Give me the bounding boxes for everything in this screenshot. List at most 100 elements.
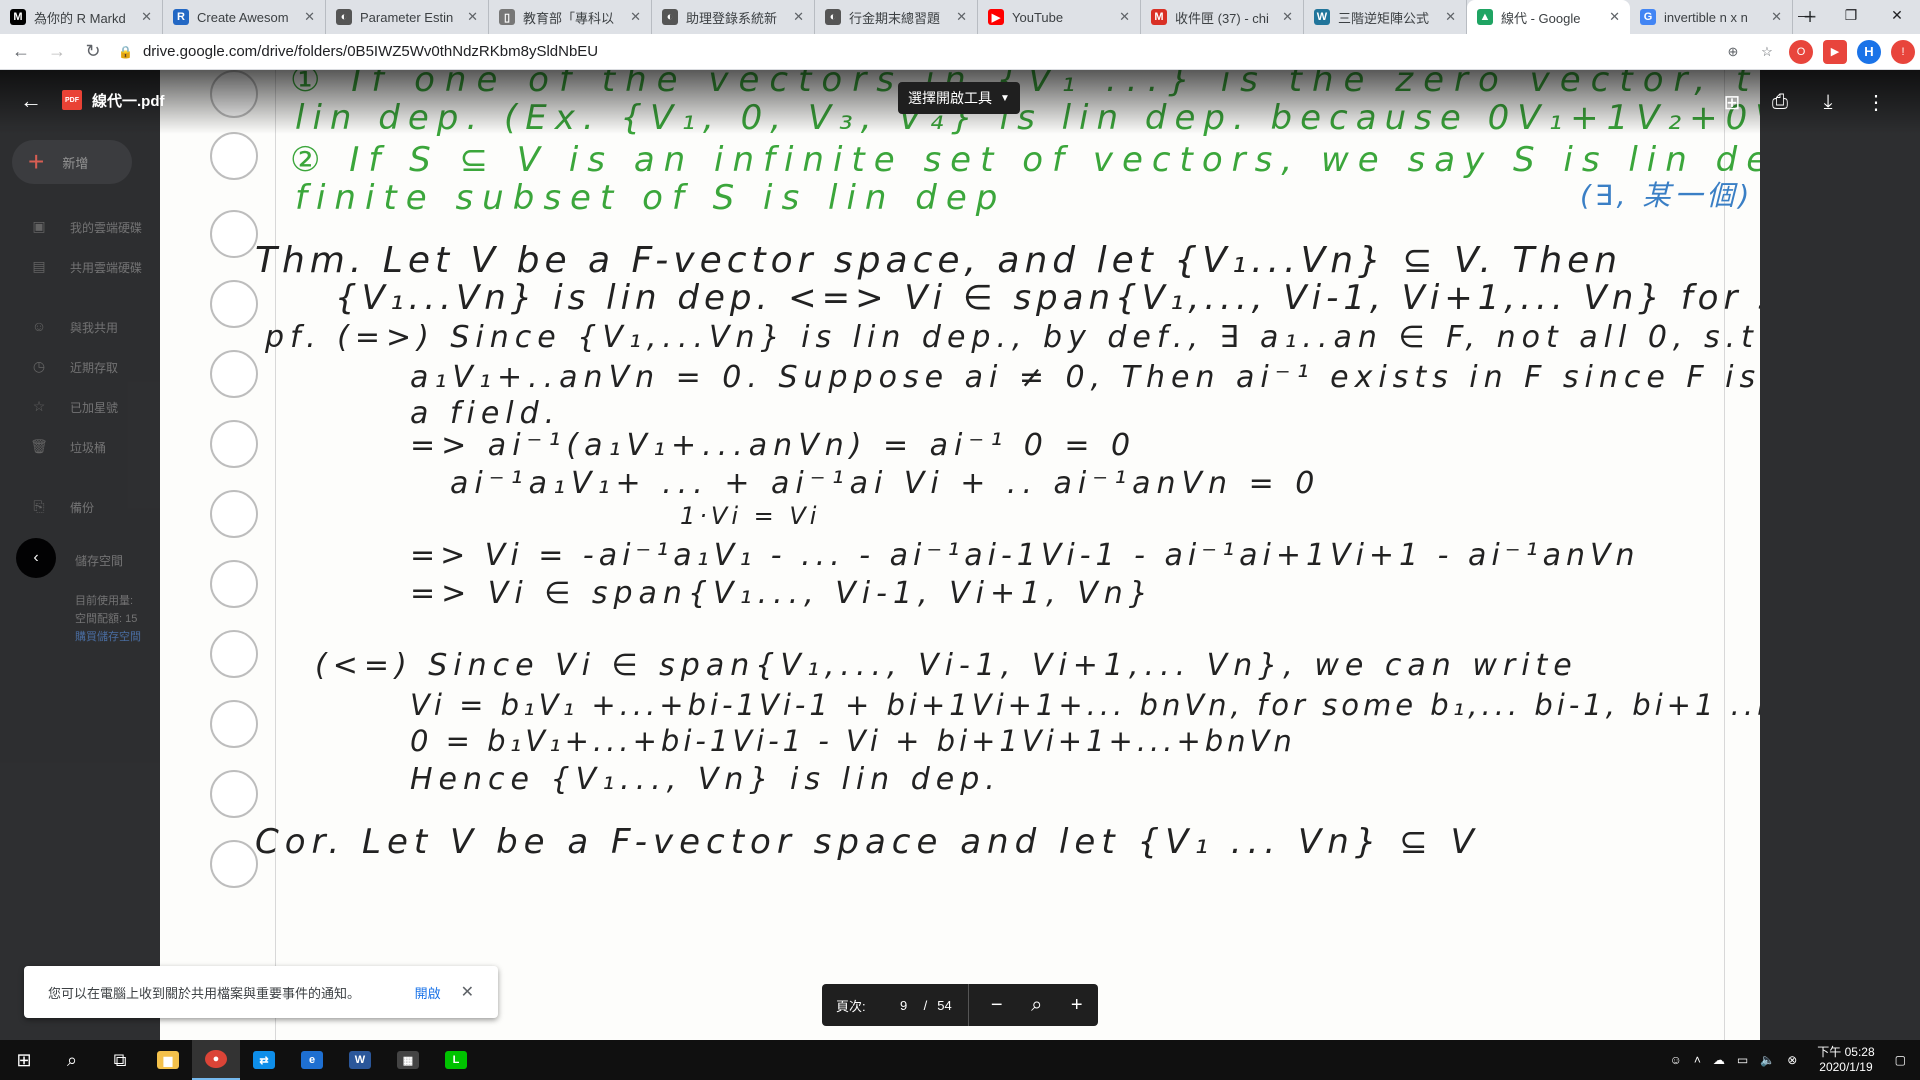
toast-open-button[interactable]: 開啟	[415, 983, 441, 1002]
browser-tab[interactable]: ◐ 助理登錄系統新 ✕	[652, 0, 815, 34]
tab-close-icon[interactable]: ✕	[1119, 9, 1130, 25]
browser-tab[interactable]: M 為你的 R Markd ✕	[0, 0, 163, 34]
windows-taskbar: ⊞ ⌕ ⧉ ▆ ● ⇄ e W ▦ L ☺ ˄ ☁ ▭ 🔈 ⊗ 下午 05:28…	[0, 1040, 1920, 1080]
tab-close-icon[interactable]: ✕	[1771, 9, 1782, 25]
profile-avatar[interactable]: H	[1857, 39, 1881, 64]
tab-close-icon[interactable]: ✕	[630, 9, 641, 25]
app-icon[interactable]: ▦	[384, 1040, 432, 1080]
storage-usage-text: 目前使用量:	[75, 595, 134, 607]
zoom-out-icon[interactable]: −	[977, 984, 1017, 1026]
tab-close-icon[interactable]: ✕	[141, 9, 152, 25]
sidebar-item-trash[interactable]: 🗑 垃圾桶	[30, 438, 106, 456]
buy-storage-link[interactable]: 購買儲存空間	[75, 628, 141, 644]
download-icon[interactable]: ⤓	[1804, 84, 1852, 120]
sidebar-item-shared-with-me[interactable]: ☺ 與我共用	[30, 318, 118, 336]
back-arrow-icon[interactable]: ←	[20, 88, 42, 114]
print-icon[interactable]: ⎙	[1756, 84, 1804, 120]
note-line: => ai⁻¹(a₁V₁+...anVn) = ai⁻¹ 0 = 0	[410, 428, 1137, 463]
tab-close-icon[interactable]: ✕	[1282, 9, 1293, 25]
magnifier-icon[interactable]: ⌕	[1017, 984, 1057, 1026]
add-comment-icon[interactable]: ⊞	[1708, 84, 1756, 120]
browser-tab[interactable]: ▯ 教育部「專科以 ✕	[489, 0, 652, 34]
new-button[interactable]: + 新增	[12, 140, 132, 184]
open-with-button[interactable]: 選擇開啟工具 ▼	[898, 82, 1020, 114]
url-text: drive.google.com/drive/folders/0B5IWZ5Wv…	[142, 43, 599, 60]
binder-hole	[210, 840, 258, 888]
note-line: => Vi = -ai⁻¹a₁V₁ - ... - ai⁻¹ai-1Vi-1 -…	[410, 538, 1640, 573]
sidebar-item-storage[interactable]: 儲存空間	[75, 552, 123, 569]
extension-video-icon[interactable]: ▶	[1823, 39, 1847, 64]
browser-tab[interactable]: W 三階逆矩陣公式 ✕	[1304, 0, 1467, 34]
current-page[interactable]: 9	[894, 998, 914, 1013]
note-line: Cor. Let V be a F-vector space and let {…	[255, 822, 1480, 862]
close-icon[interactable]: ✕	[461, 982, 474, 1002]
note-line: ai⁻¹a₁V₁+ ... + ai⁻¹ai Vi + .. ai⁻¹anVn …	[450, 466, 1321, 501]
binder-hole	[210, 210, 258, 258]
sidebar-item-starred[interactable]: ☆ 已加星號	[30, 398, 118, 416]
file-name: 線代一.pdf	[92, 93, 165, 110]
sidebar-item-backup[interactable]: ⎘ 備份	[30, 498, 94, 516]
close-window-icon[interactable]: ✕	[1874, 0, 1920, 30]
extension-alert-icon[interactable]: !	[1891, 39, 1915, 64]
system-clock[interactable]: 下午 05:28 2020/1/19	[1817, 1045, 1874, 1075]
more-vert-icon[interactable]: ⋮	[1852, 84, 1900, 120]
tab-close-icon[interactable]: ✕	[1445, 9, 1456, 25]
maximize-icon[interactable]: ❐	[1828, 0, 1874, 30]
people-icon: ☺	[31, 318, 47, 334]
browser-tab[interactable]: ▶ YouTube ✕	[978, 0, 1141, 34]
volume-icon[interactable]: 🔈	[1760, 1053, 1775, 1067]
line-icon[interactable]: L	[432, 1040, 480, 1080]
browser-tab[interactable]: ◐ 行金期末總習題 ✕	[815, 0, 978, 34]
ime-icon[interactable]: ⊗	[1787, 1053, 1797, 1067]
trash-icon: 🗑	[30, 438, 48, 454]
tab-close-icon[interactable]: ✕	[793, 9, 804, 25]
tab-title: 教育部「專科以	[523, 10, 615, 26]
browser-tab[interactable]: Ginvertible n x n ✕	[1630, 0, 1793, 34]
drive-right-panel	[1760, 70, 1920, 1040]
chrome-icon[interactable]: ●	[192, 1040, 240, 1080]
word-icon[interactable]: W	[336, 1040, 384, 1080]
reload-icon[interactable]: ↻	[78, 37, 108, 67]
task-view-icon[interactable]: ⧉	[96, 1040, 144, 1080]
tab-title: YouTube	[1012, 9, 1064, 25]
forward-arrow-icon[interactable]: →	[42, 37, 72, 67]
zoom-in-icon[interactable]: +	[1057, 984, 1097, 1026]
binder-hole	[210, 700, 258, 748]
sidebar-item-my-drive[interactable]: ▣ 我的雲端硬碟	[30, 218, 142, 236]
binder-hole	[210, 350, 258, 398]
edge-icon[interactable]: e	[288, 1040, 336, 1080]
browser-tab[interactable]: R Create Awesom ✕	[163, 0, 326, 34]
minimize-icon[interactable]: —	[1782, 0, 1828, 30]
teamviewer-icon[interactable]: ⇄	[240, 1040, 288, 1080]
tab-close-icon[interactable]: ✕	[304, 9, 315, 25]
page-label: 頁次:	[836, 998, 866, 1014]
tab-favicon-icon: G	[1640, 9, 1656, 25]
file-explorer-icon[interactable]: ▆	[144, 1040, 192, 1080]
sidebar-item-recent[interactable]: ◷ 近期存取	[30, 358, 118, 376]
bookmark-star-icon[interactable]: ☆	[1755, 40, 1779, 64]
install-icon[interactable]: ⊕	[1721, 40, 1745, 64]
extension-opera-icon[interactable]: O	[1789, 39, 1813, 64]
collapse-chevron-icon[interactable]: ‹	[16, 538, 56, 578]
tab-close-icon[interactable]: ✕	[956, 9, 967, 25]
windows-start-icon[interactable]: ⊞	[0, 1040, 48, 1080]
browser-tab[interactable]: ▲ 線代 - Google ✕	[1467, 0, 1630, 34]
notification-icon[interactable]: ▢	[1895, 1053, 1906, 1067]
back-arrow-icon[interactable]: ←	[6, 37, 36, 67]
note-line: pf. (=>) Since {V₁,...Vn} is lin dep., b…	[265, 320, 1760, 355]
browser-tab[interactable]: M 收件匣 (37) - chi ✕	[1141, 0, 1304, 34]
tab-close-icon[interactable]: ✕	[467, 9, 478, 25]
display-icon[interactable]: ▭	[1737, 1053, 1748, 1067]
browser-tab[interactable]: ◐ Parameter Estin ✕	[326, 0, 489, 34]
binder-hole	[210, 770, 258, 818]
people-icon[interactable]: ☺	[1670, 1053, 1682, 1067]
onedrive-icon[interactable]: ☁	[1713, 1053, 1725, 1067]
note-line: a₁V₁+..anVn = 0. Suppose ai ≠ 0, Then ai…	[410, 360, 1760, 395]
sidebar-item-shared-drives[interactable]: ▤ 共用雲端硬碟	[30, 258, 142, 276]
url-field[interactable]: 🔒 drive.google.com/drive/folders/0B5IWZ5…	[118, 37, 1706, 67]
tab-close-icon[interactable]: ✕	[1609, 9, 1620, 25]
chevron-up-icon[interactable]: ˄	[1694, 1053, 1701, 1067]
tab-favicon-icon: M	[10, 9, 26, 25]
note-line: (∃, 某一個)	[1580, 179, 1754, 212]
search-icon[interactable]: ⌕	[48, 1040, 96, 1080]
